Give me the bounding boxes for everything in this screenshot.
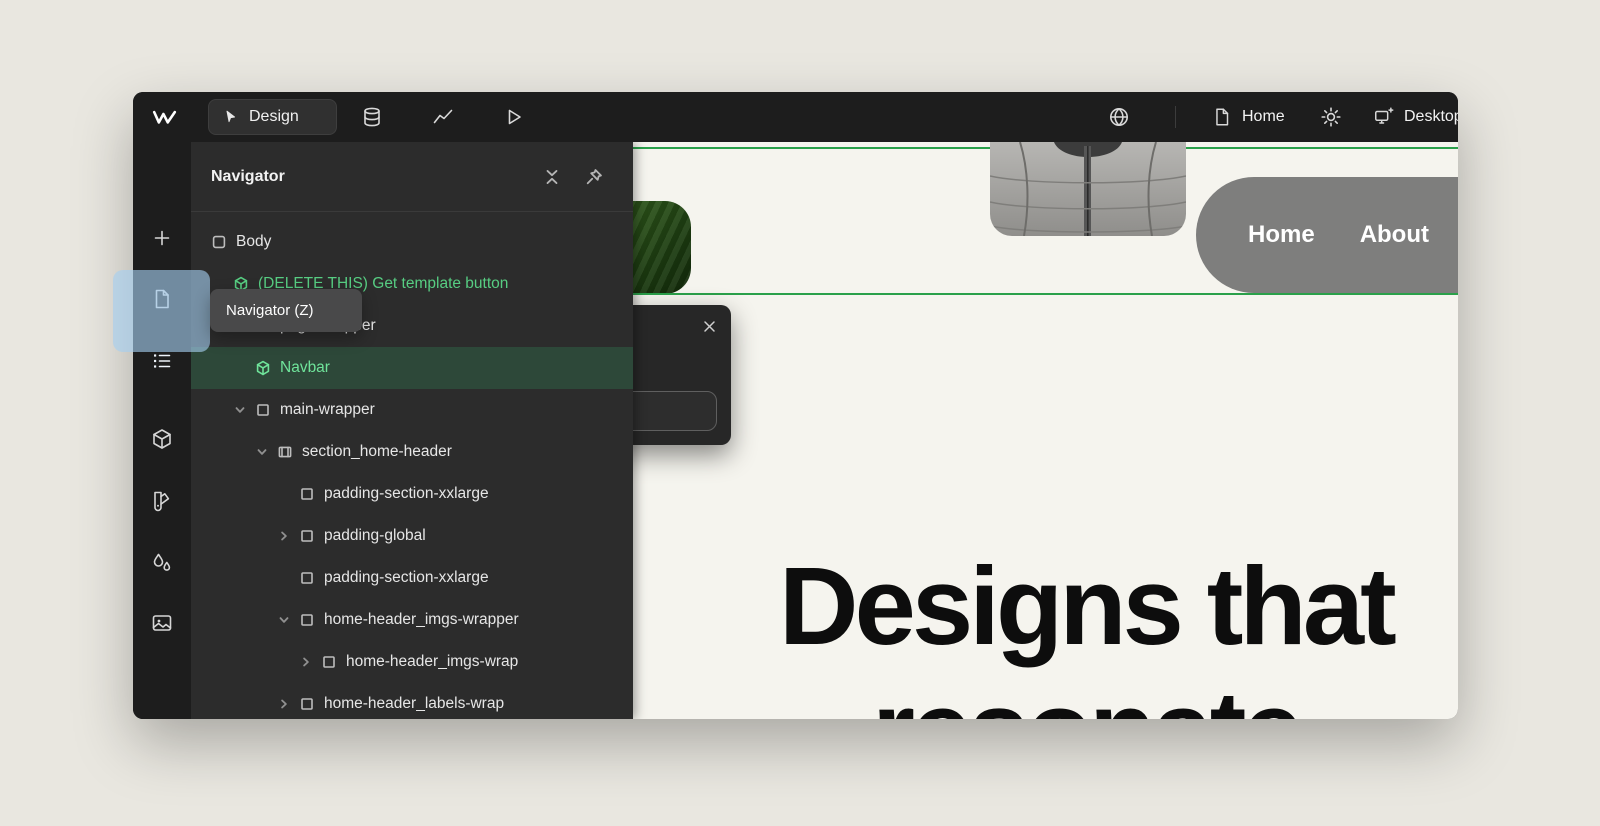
variables-droplets-icon[interactable]	[150, 551, 174, 575]
navigator-row[interactable]: section_home-header	[191, 431, 633, 473]
layer-label: section_home-header	[302, 443, 452, 461]
assets-image-icon[interactable]	[150, 611, 174, 635]
navigator-row[interactable]: padding-section-xxlarge	[191, 557, 633, 599]
topbar: Design Home Desktop	[133, 92, 1458, 142]
div-icon	[299, 528, 315, 544]
navigator-row[interactable]: main-wrapper	[191, 389, 633, 431]
navigator-header: Navigator	[191, 142, 633, 212]
breakpoint-selector[interactable]: Desktop	[1373, 92, 1458, 142]
navigator-tooltip-label: Navigator (Z)	[226, 302, 314, 319]
collapse-all-icon[interactable]	[543, 168, 561, 186]
webflow-logo-icon[interactable]	[151, 104, 178, 130]
layer-label: home-header_imgs-wrap	[346, 653, 518, 671]
globe-icon[interactable]	[1107, 105, 1131, 129]
design-mode-label: Design	[249, 108, 299, 126]
cursor-icon	[222, 108, 240, 126]
div-icon	[299, 570, 315, 586]
div-icon	[321, 654, 337, 670]
topbar-divider	[1175, 106, 1176, 128]
chevron-down-icon[interactable]	[233, 403, 247, 417]
chevron-right-icon[interactable]	[277, 697, 291, 711]
components-cube-icon[interactable]	[150, 427, 174, 451]
section-icon	[277, 444, 293, 460]
page-icon	[1211, 106, 1233, 128]
close-icon[interactable]	[702, 319, 717, 334]
hero-heading-line1: Designs that	[631, 545, 1458, 669]
navigator-row[interactable]: home-header_labels-wrap	[191, 683, 633, 719]
navigator-row[interactable]: padding-global	[191, 515, 633, 557]
page-name-label: Home	[1242, 108, 1285, 126]
navigator-icon[interactable]	[150, 349, 174, 373]
navigator-row[interactable]: padding-section-xxlarge	[191, 473, 633, 515]
site-nav-link-about[interactable]: About	[1360, 221, 1429, 249]
preview-play-icon[interactable]	[502, 105, 526, 129]
navigator-row[interactable]: home-header_imgs-wrapper	[191, 599, 633, 641]
div-icon	[299, 612, 315, 628]
layer-label: padding-global	[324, 527, 426, 545]
breakpoint-label: Desktop	[1404, 108, 1458, 126]
div-icon	[299, 486, 315, 502]
pin-icon[interactable]	[585, 168, 603, 186]
chevron-right-icon[interactable]	[277, 529, 291, 543]
left-toolbar	[133, 142, 191, 719]
webflow-designer-window: Home About Designs that resonate Navigat…	[133, 92, 1458, 719]
layer-label: home-header_imgs-wrapper	[324, 611, 519, 629]
breakpoint-desktop-icon	[1373, 106, 1395, 128]
layer-label: main-wrapper	[280, 401, 375, 419]
navigator-row[interactable]: Navbar	[191, 347, 633, 389]
gear-icon[interactable]	[1319, 105, 1343, 129]
navigator-panel: Navigator Body(DELETE THIS) Get template…	[191, 142, 633, 719]
navigator-tooltip: Navigator (Z)	[210, 289, 362, 332]
navigator-row[interactable]: Body	[191, 221, 633, 263]
navigator-title: Navigator	[211, 168, 519, 186]
layer-label: Body	[236, 233, 271, 251]
layer-label: padding-section-xxlarge	[324, 485, 489, 503]
div-icon	[255, 402, 271, 418]
hero-heading-line2: resonate	[631, 669, 1458, 719]
navigator-highlight-overlay	[113, 270, 210, 352]
hero-heading[interactable]: Designs that resonate	[631, 545, 1458, 719]
layer-label: padding-section-xxlarge	[324, 569, 489, 587]
site-navbar-pill: Home About	[1196, 177, 1458, 293]
libraries-swatch-icon[interactable]	[150, 488, 174, 512]
chevron-down-icon[interactable]	[255, 445, 269, 459]
chevron-down-icon[interactable]	[277, 613, 291, 627]
cms-database-icon[interactable]	[360, 105, 384, 129]
layer-label: home-header_labels-wrap	[324, 695, 504, 713]
layer-label: Navbar	[280, 359, 330, 377]
site-nav-link-home[interactable]: Home	[1248, 221, 1315, 249]
hero-jacket-image[interactable]	[990, 142, 1186, 236]
body-icon	[211, 234, 227, 250]
analyze-chart-icon[interactable]	[431, 105, 455, 129]
page-selector[interactable]: Home	[1211, 92, 1285, 142]
navigator-row[interactable]: home-header_imgs-wrap	[191, 641, 633, 683]
design-mode-button[interactable]: Design	[208, 99, 337, 135]
add-element-plus-icon[interactable]	[150, 226, 174, 250]
chevron-right-icon[interactable]	[299, 655, 313, 669]
div-icon	[299, 696, 315, 712]
component-icon	[255, 360, 271, 376]
